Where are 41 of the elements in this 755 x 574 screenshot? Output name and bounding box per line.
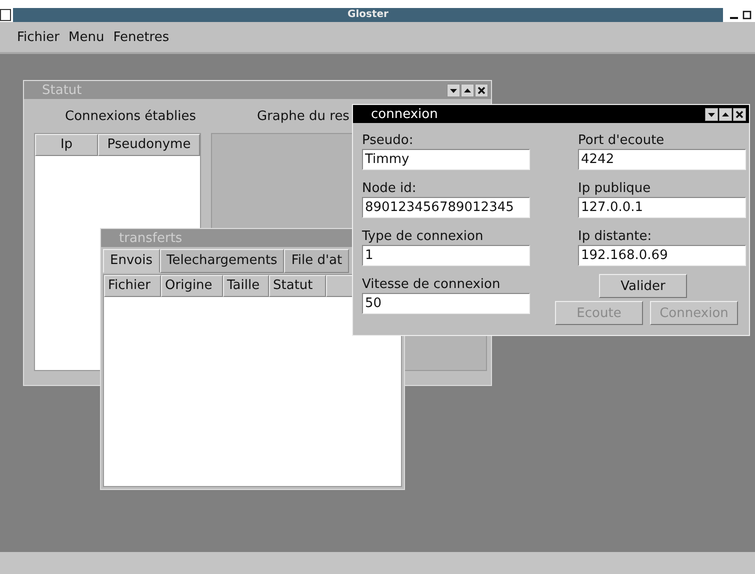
window-title: connexion	[371, 106, 438, 122]
close-icon[interactable]	[733, 108, 746, 120]
input-field[interactable]: 192.168.0.69	[578, 245, 746, 266]
window-menu-icon[interactable]	[0, 9, 11, 21]
column-header[interactable]: Taille	[223, 275, 269, 297]
window-title: Statut	[42, 82, 82, 98]
app-title: Gloster	[13, 8, 723, 22]
triangle-up-icon[interactable]	[719, 108, 732, 120]
input-field[interactable]: 4242	[578, 149, 746, 170]
triangle-up-icon[interactable]	[461, 84, 474, 96]
field-label: Vitesse de connexion	[362, 276, 502, 293]
tab[interactable]: Envois	[103, 249, 160, 273]
menu-item[interactable]: Fenetres	[113, 30, 170, 44]
input-field[interactable]: 127.0.0.1	[578, 197, 746, 218]
column-header[interactable]: Fichier	[104, 275, 161, 297]
column-header[interactable]: Ip	[35, 134, 98, 156]
triangle-down-icon[interactable]	[705, 108, 718, 120]
column-header[interactable]: Origine	[161, 275, 223, 297]
input-field[interactable]: Timmy	[362, 149, 530, 170]
maximize-icon[interactable]	[742, 10, 752, 20]
field-label: Pseudo:	[362, 132, 414, 149]
input-field[interactable]: 50	[362, 293, 530, 314]
tab[interactable]: Telechargements	[160, 249, 284, 273]
section-heading: Connexions établies	[65, 108, 197, 124]
triangle-down-icon[interactable]	[447, 84, 460, 96]
field-label: Ip publique	[578, 180, 652, 197]
close-icon[interactable]	[475, 84, 488, 96]
window-title: transferts	[119, 230, 182, 246]
column-header[interactable]: Statut	[269, 275, 326, 297]
tab[interactable]: File d'at	[284, 249, 350, 273]
field-label: Node id:	[362, 180, 418, 197]
menu-item[interactable]: Menu	[68, 30, 104, 44]
field-label: Ip distante:	[578, 228, 653, 245]
section-heading: Graphe du res	[257, 108, 350, 124]
input-field[interactable]: 890123456789012345	[362, 197, 530, 218]
window-title-bar[interactable]: connexion	[353, 105, 749, 123]
menu-item[interactable]: Fichier	[17, 30, 60, 44]
button[interactable]: Valider	[599, 274, 687, 298]
field-label: Port d'ecoute	[578, 132, 666, 149]
column-header[interactable]: Pseudonyme	[98, 134, 200, 156]
input-field[interactable]: 1	[362, 245, 530, 266]
